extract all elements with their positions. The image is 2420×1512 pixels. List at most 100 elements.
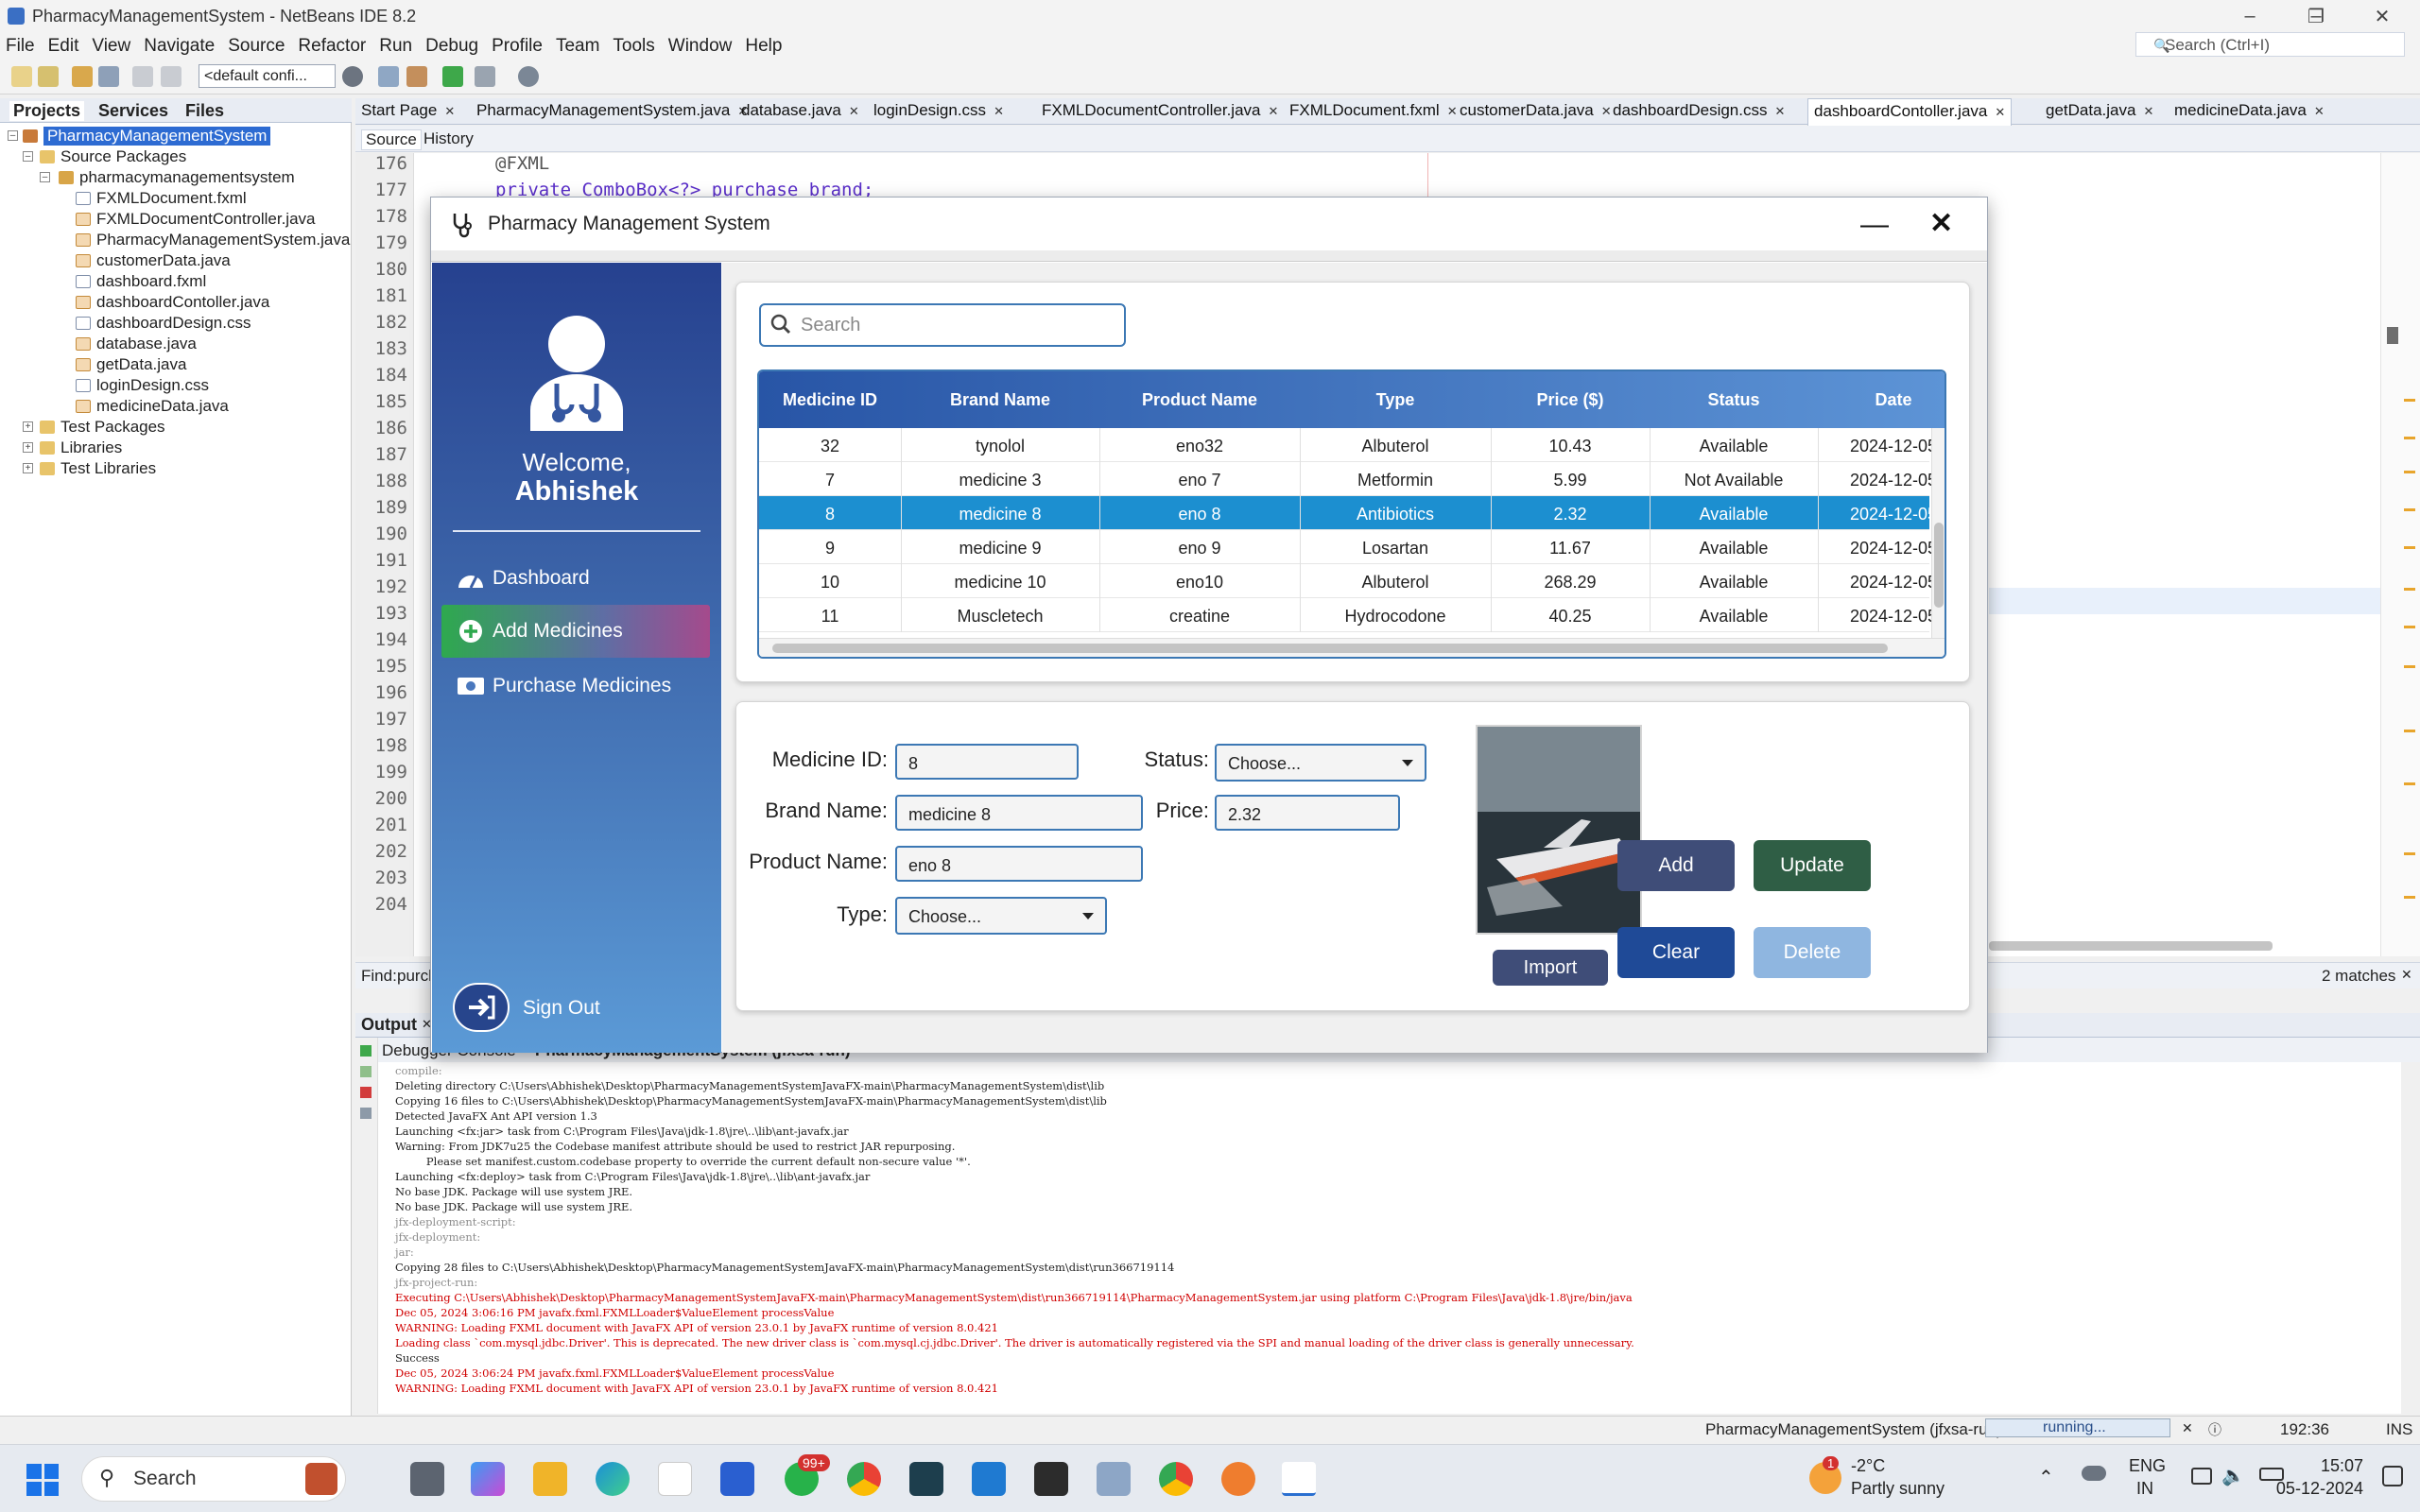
type-select[interactable]: Choose... [895, 897, 1107, 935]
col-date[interactable]: Date [1818, 390, 1945, 410]
undo-icon[interactable] [132, 66, 153, 87]
col-brand-name[interactable]: Brand Name [901, 390, 1099, 410]
ide-search-input[interactable]: Search (Ctrl+I) [2135, 32, 2405, 57]
menu-view[interactable]: View [92, 36, 130, 57]
tab-output[interactable]: Output [361, 1015, 417, 1035]
history-tab[interactable]: History [424, 129, 474, 148]
update-button[interactable]: Update [1754, 840, 1871, 891]
editor-hscroll-thumb[interactable] [1989, 941, 2273, 951]
table-vscroll[interactable] [1931, 428, 1945, 638]
tree-file[interactable]: dashboardDesign.css [76, 314, 251, 333]
medicine-id-input[interactable]: 8 [895, 744, 1079, 780]
clear-button[interactable]: Clear [1617, 927, 1735, 978]
price-input[interactable]: 2.32 [1215, 795, 1400, 831]
close-window-button[interactable]: ✕ [2354, 0, 2411, 32]
table-row[interactable]: 32 tynolol eno32 Albuterol 10.43 Available 202… [759, 428, 1937, 462]
table-row[interactable]: 10 medicine 10 eno10 Albuterol 268.29 Availab… [759, 564, 1937, 598]
task-view-icon[interactable] [410, 1462, 444, 1496]
delete-button[interactable]: Delete [1754, 927, 1871, 978]
notification-center-icon[interactable] [2382, 1466, 2403, 1486]
tree-test-packages[interactable]: Test Packages [40, 418, 165, 437]
table-row[interactable]: 8 medicine 8 eno 8 Antibiotics 2.32 Available… [759, 496, 1937, 530]
expand-icon[interactable]: + [23, 421, 33, 432]
import-button[interactable]: Import [1493, 950, 1608, 986]
menu-debug[interactable]: Debug [425, 36, 478, 57]
product-name-input[interactable]: eno 8 [895, 846, 1143, 882]
menu-tools[interactable]: Tools [613, 36, 654, 57]
vscroll-thumb[interactable] [1934, 523, 1944, 608]
notifications-icon[interactable]: ⓘ [2208, 1420, 2221, 1439]
file-explorer-icon[interactable] [533, 1462, 567, 1496]
tree-test-libraries[interactable]: Test Libraries [40, 459, 156, 478]
output-console[interactable]: compile: Deleting directory C:\Users\Abhi… [378, 1062, 2401, 1414]
cloud-icon[interactable] [2082, 1466, 2106, 1481]
cancel-icon[interactable]: ✕ [2182, 1420, 2193, 1436]
menu-team[interactable]: Team [556, 36, 599, 57]
tree-file[interactable]: medicineData.java [76, 397, 229, 416]
redo-icon[interactable] [161, 66, 182, 87]
table-row[interactable]: 9 medicine 9 eno 9 Losartan 11.67 Available 20… [759, 530, 1937, 564]
nav-dashboard[interactable]: Dashboard [441, 552, 710, 605]
app-minimize-button[interactable]: — [1860, 209, 1889, 241]
tree-file[interactable]: getData.java [76, 355, 186, 374]
tab-files[interactable]: Files [185, 101, 224, 121]
editor-tab[interactable]: FXMLDocument.fxml ✕ [1289, 101, 1458, 120]
nav-add-medicines[interactable]: Add Medicines [441, 605, 710, 658]
build-icon[interactable] [378, 66, 399, 87]
start-icon[interactable] [26, 1464, 59, 1496]
search-input[interactable]: Search [759, 303, 1126, 347]
run-icon[interactable] [442, 66, 463, 87]
open-project-icon[interactable] [72, 66, 93, 87]
col-status[interactable]: Status [1650, 390, 1818, 410]
minimize-window-button[interactable]: – [2221, 0, 2278, 32]
clean-build-icon[interactable] [406, 66, 427, 87]
globe-icon[interactable] [342, 66, 363, 87]
menu-window[interactable]: Window [668, 36, 733, 57]
table-row[interactable]: 7 medicine 3 eno 7 Metformin 5.99 Not Availab… [759, 462, 1937, 496]
copilot-icon[interactable] [471, 1462, 505, 1496]
sign-out-button[interactable] [453, 983, 510, 1032]
tree-file[interactable]: FXMLDocumentController.java [76, 210, 315, 229]
network-icon[interactable] [2191, 1468, 2212, 1485]
edge-icon[interactable] [596, 1462, 630, 1496]
collapse-icon[interactable]: – [23, 151, 33, 162]
close-icon[interactable]: ✕ [2401, 967, 2412, 983]
source-tab[interactable]: Source [361, 129, 422, 150]
tree-package[interactable]: pharmacymanagementsystem [59, 168, 295, 187]
tree-source-packages[interactable]: Source Packages [40, 147, 186, 166]
chevron-up-icon[interactable]: ⌃ [2038, 1466, 2054, 1489]
menu-source[interactable]: Source [228, 36, 285, 57]
alienware-icon[interactable] [909, 1462, 943, 1496]
tree-file[interactable]: PharmacyManagementSystem.java [76, 231, 350, 249]
editor-tab[interactable]: dashboardDesign.css ✕ [1613, 101, 1785, 120]
tree-libraries[interactable]: Libraries [40, 438, 122, 457]
col-price[interactable]: Price ($) [1491, 390, 1650, 410]
menu-refactor[interactable]: Refactor [298, 36, 366, 57]
volume-icon[interactable]: 🔈 [2221, 1464, 2245, 1487]
status-select[interactable]: Choose... [1215, 744, 1426, 782]
editor-tab-active[interactable]: dashboardContoller.java ✕ [1807, 98, 2013, 126]
table-row[interactable]: 11 Muscletech creatine Hydrocodone 40.25 Avai… [759, 598, 1937, 632]
collapse-icon[interactable]: – [8, 130, 18, 141]
save-all-icon[interactable] [98, 66, 119, 87]
app-close-button[interactable]: ✕ [1929, 207, 1953, 240]
rerun-with-params-icon[interactable] [360, 1066, 372, 1077]
tree-project[interactable]: PharmacyManagementSystem [23, 127, 271, 146]
hscroll-thumb[interactable] [772, 644, 1888, 653]
tree-file[interactable]: loginDesign.css [76, 376, 209, 395]
taskbar-search[interactable]: ⚲ Search [81, 1456, 346, 1502]
menu-profile[interactable]: Profile [492, 36, 543, 57]
region[interactable]: IN [2136, 1479, 2153, 1499]
tab-services[interactable]: Services [98, 101, 168, 121]
col-medicine-id[interactable]: Medicine ID [759, 390, 901, 410]
rerun-icon[interactable] [360, 1045, 372, 1057]
tree-file[interactable]: FXMLDocument.fxml [76, 189, 247, 208]
chrome-profile-icon[interactable] [1159, 1462, 1193, 1496]
tree-file[interactable]: database.java [76, 335, 197, 353]
editor-tab[interactable]: FXMLDocumentController.java ✕ [1042, 101, 1278, 120]
status-task[interactable]: PharmacyManagementSystem (jfxsa-run) [1705, 1420, 2002, 1439]
collapse-icon[interactable]: – [40, 172, 50, 182]
new-file-icon[interactable] [38, 66, 59, 87]
config-select[interactable]: <default confi... [199, 64, 336, 88]
editor-tab[interactable]: Start Page ✕ [361, 101, 455, 120]
